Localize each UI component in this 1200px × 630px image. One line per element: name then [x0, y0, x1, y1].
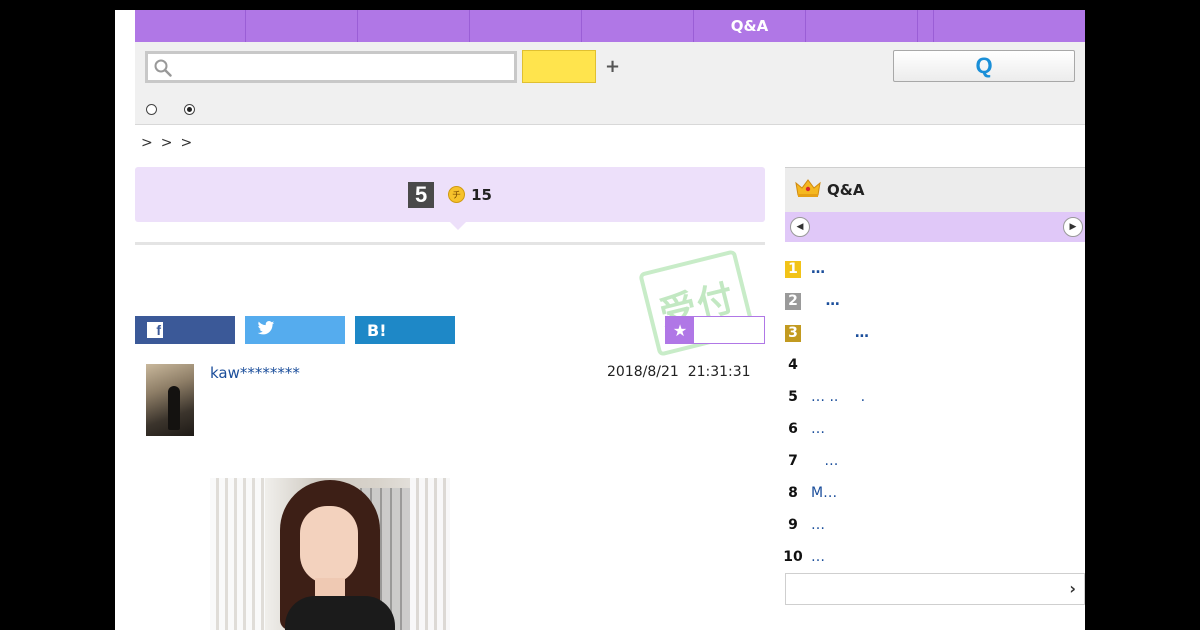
ranking-item[interactable]: 10 …: [783, 541, 1085, 573]
top-nav: Q&A: [135, 10, 1085, 42]
ranking-title: Q&A: [827, 181, 865, 199]
rank-number: 1: [785, 260, 801, 278]
nav-tab-qa[interactable]: Q&A: [694, 10, 806, 42]
question-label: Q: [975, 53, 993, 78]
search-icon: [154, 59, 172, 81]
rank-number: 4: [788, 357, 798, 373]
username-link[interactable]: kaw********: [210, 364, 300, 382]
nav-tab-3[interactable]: [358, 10, 470, 42]
search-box[interactable]: [145, 51, 517, 83]
plus-icon[interactable]: +: [605, 56, 620, 77]
ranking-item[interactable]: 9…: [785, 509, 1085, 541]
ranking-item[interactable]: 4: [785, 349, 1085, 381]
rank-number: 5: [788, 389, 798, 405]
attached-photo[interactable]: [210, 478, 450, 630]
nav-tab-4[interactable]: [470, 10, 582, 42]
breadcrumb-separator: >: [160, 135, 173, 151]
rank-number: 10: [783, 549, 803, 565]
rank-question-link[interactable]: …: [811, 325, 869, 341]
nav-tab-9[interactable]: [934, 10, 1085, 42]
breadcrumb: > > >: [141, 135, 192, 151]
rank-number: 3: [785, 324, 801, 342]
rank-number: 6: [788, 421, 798, 437]
ranking-item[interactable]: 8 M…: [785, 477, 1085, 509]
breadcrumb-separator: >: [141, 135, 153, 151]
post-time: 21:31:31: [687, 364, 751, 380]
ranking-item[interactable]: 5 … .. .: [785, 381, 1085, 413]
hatena-bookmark-button[interactable]: B!: [355, 316, 455, 344]
ranking-prev-icon[interactable]: ◀: [790, 217, 810, 237]
question-header: 5 チ 15: [135, 167, 765, 230]
rank-question-link[interactable]: …: [811, 453, 838, 469]
ranking-item[interactable]: 2 …: [785, 285, 1085, 317]
star-icon: ★: [666, 317, 694, 343]
crown-icon: [795, 178, 821, 202]
twitter-share-button[interactable]: [245, 316, 345, 344]
ask-question-button[interactable]: Q: [893, 50, 1075, 82]
search-submit-button[interactable]: [522, 50, 596, 83]
rank-question-link[interactable]: …: [811, 293, 840, 309]
chevron-right-icon: ›: [1069, 579, 1076, 598]
rank-question-link[interactable]: …: [811, 549, 825, 565]
ranking-item[interactable]: 1…: [785, 253, 1085, 285]
ranking-item[interactable]: 3 …: [785, 317, 1085, 349]
search-option-radio-2[interactable]: [184, 104, 195, 115]
facebook-share-button[interactable]: f: [135, 316, 235, 344]
search-option-radio-1[interactable]: [146, 104, 157, 115]
post-datetime: 2018/8/21 21:31:31: [607, 364, 751, 380]
hatena-label: B!: [367, 320, 387, 340]
rank-question-link[interactable]: …: [811, 261, 825, 277]
rank-number: 2: [785, 292, 801, 310]
ranking-nav-bar: ◀ ▶: [785, 212, 1085, 242]
nav-tab-7[interactable]: [806, 10, 918, 42]
search-band: + Q: [135, 42, 1085, 125]
rank-question-link[interactable]: …: [811, 421, 825, 437]
nav-tab-1[interactable]: [135, 10, 246, 42]
rank-question-link[interactable]: M…: [811, 485, 837, 501]
rank-question-link[interactable]: … .. .: [811, 389, 865, 405]
page: Q&A + Q > > > 5 チ 15 受付 f B! ★ kaw******…: [115, 10, 1085, 630]
facebook-icon: f: [147, 322, 163, 338]
ranking-next-icon[interactable]: ▶: [1063, 217, 1083, 237]
post-date: 2018/8/21: [607, 364, 679, 380]
nav-tab-8[interactable]: [918, 10, 934, 42]
rank-question-link[interactable]: …: [811, 517, 825, 533]
rank-number: 8: [788, 485, 798, 501]
rank-number: 9: [788, 517, 798, 533]
nav-tab-2[interactable]: [246, 10, 358, 42]
search-input[interactable]: [178, 56, 508, 78]
avatar[interactable]: [146, 364, 194, 436]
favorite-button[interactable]: ★: [665, 316, 765, 344]
twitter-icon: [257, 320, 275, 340]
coin-icon: チ: [448, 186, 466, 203]
rank-number: 7: [788, 453, 798, 469]
ranking-item[interactable]: 6…: [785, 413, 1085, 445]
ranking-list: 1… 2 … 3 … 4 5… .. . 6… 7 … 8 M… 9… 10…: [783, 253, 1085, 573]
answer-count-badge: 5: [408, 181, 435, 208]
ranking-header: Q&A: [785, 167, 1085, 212]
breadcrumb-separator: >: [180, 135, 193, 151]
qa-ranking-panel: Q&A ◀ ▶ 1… 2 … 3 … 4 5… .. . 6… 7 … 8 M… 9… 10… ›: [783, 167, 1085, 607]
coin-count: 15: [471, 185, 492, 204]
ranking-more-button[interactable]: ›: [785, 573, 1085, 605]
nav-tab-5[interactable]: [582, 10, 694, 42]
ranking-item[interactable]: 7 …: [785, 445, 1085, 477]
divider: [135, 242, 765, 245]
